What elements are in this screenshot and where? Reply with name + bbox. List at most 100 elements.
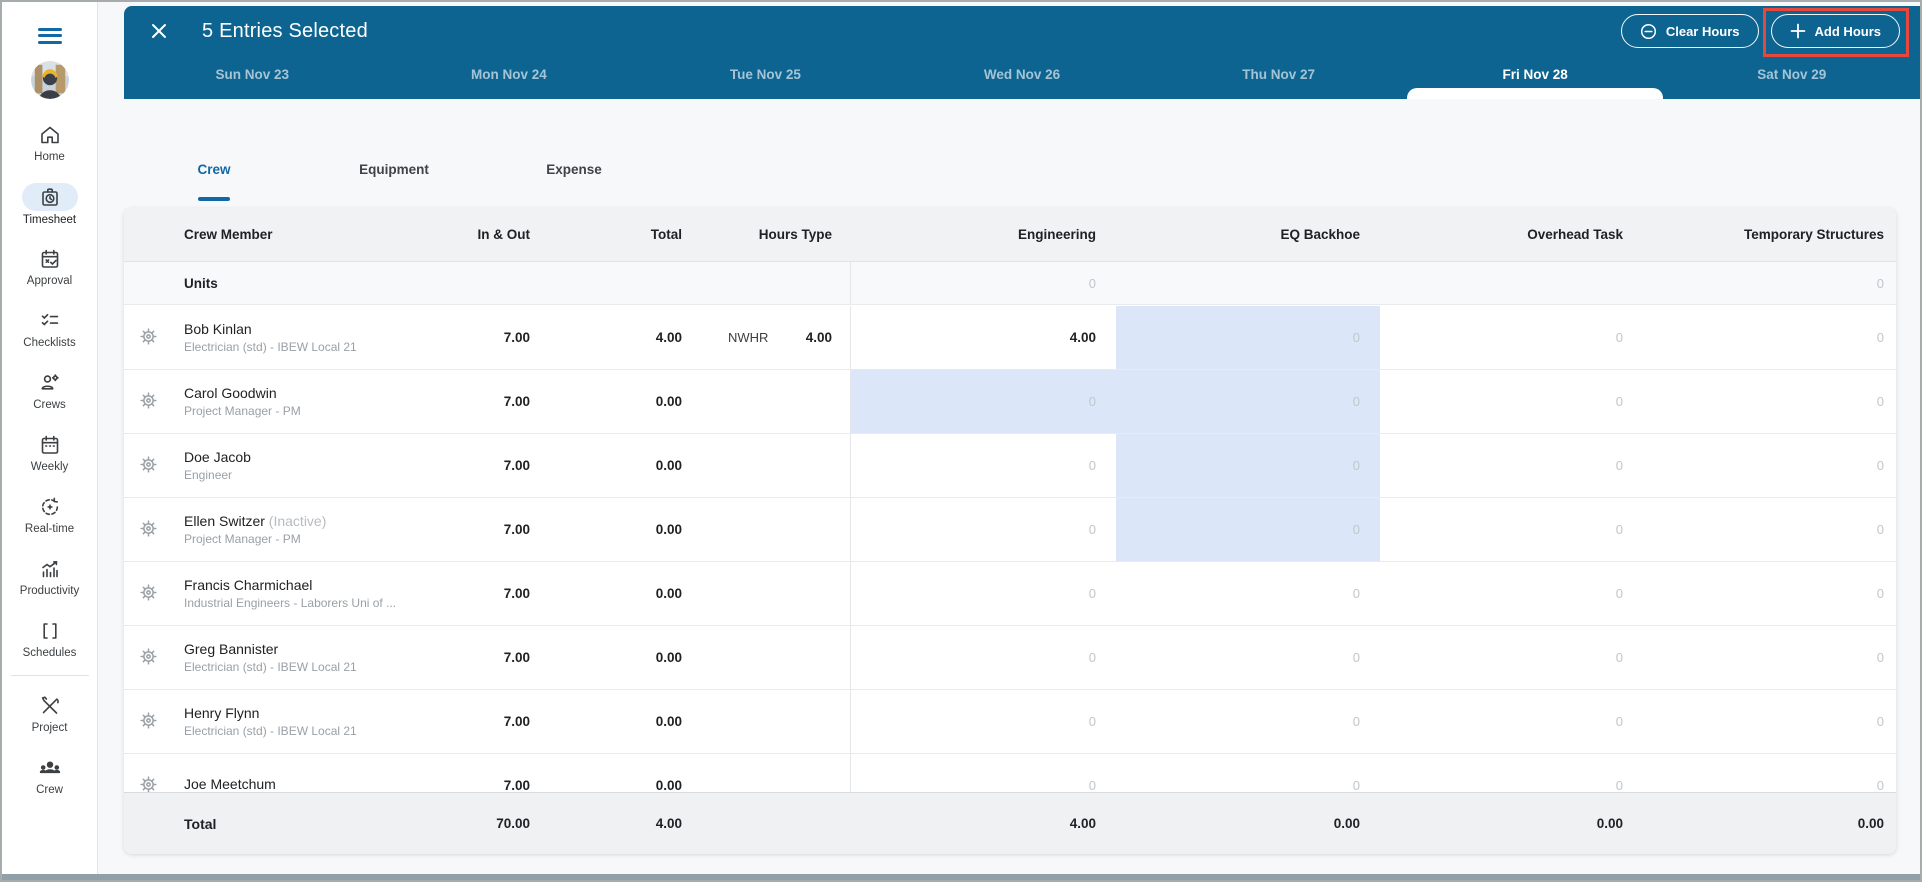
sidebar-item-checklists[interactable]: Checklists <box>2 297 97 359</box>
crew-member-role: Electrician (std) - IBEW Local 21 <box>184 724 357 738</box>
crew-member-role: Project Manager - PM <box>184 404 301 418</box>
cell-eq-backhoe[interactable]: 0 <box>1116 306 1380 369</box>
user-avatar[interactable] <box>30 61 69 99</box>
cell-temporary-structures[interactable]: 0 <box>1643 306 1896 369</box>
cell-total: 0.00 <box>655 650 682 665</box>
cell-total: 0.00 <box>655 394 682 409</box>
total-engineering: 4.00 <box>1069 816 1096 831</box>
row-settings-gear-icon[interactable] <box>136 646 160 670</box>
units-temporary-structures-cell[interactable]: 0 <box>1643 276 1896 291</box>
row-settings-gear-icon[interactable] <box>136 582 160 606</box>
table-row: Henry Flynn Electrician (std) - IBEW Loc… <box>124 690 1896 754</box>
clear-hours-button[interactable]: Clear Hours <box>1620 14 1759 48</box>
day-tab-fri-nov-28[interactable]: Fri Nov 28 <box>1406 56 1664 99</box>
cell-eq-backhoe[interactable]: 0 <box>1116 434 1380 497</box>
day-tabs: Sun Nov 23 Mon Nov 24 Tue Nov 25 Wed Nov 26… <box>124 56 1920 99</box>
realtime-icon <box>37 494 63 520</box>
row-settings-gear-icon[interactable] <box>136 326 160 350</box>
sidebar-item-timesheet[interactable]: Timesheet <box>2 173 97 235</box>
col-in-out: In & Out <box>477 227 531 242</box>
units-engineering-cell[interactable]: 0 <box>850 262 1116 304</box>
cell-overhead-task[interactable]: 0 <box>1380 562 1643 625</box>
sidebar-item-productivity[interactable]: Productivity <box>2 545 97 607</box>
crew-member-name: Joe Meetchum <box>184 776 276 792</box>
timesheet-table: Crew Member In & Out Total Hours Type En… <box>124 208 1896 854</box>
close-icon[interactable] <box>142 14 176 48</box>
cell-temporary-structures[interactable]: 0 <box>1643 626 1896 689</box>
cell-eq-backhoe[interactable]: 0 <box>1116 754 1380 792</box>
timesheet-app: Home Timesheet Approval Checklists Crews Week… <box>0 0 1922 882</box>
cell-temporary-structures[interactable]: 0 <box>1643 498 1896 561</box>
cell-overhead-task[interactable]: 0 <box>1380 434 1643 497</box>
table-row: Carol Goodwin Project Manager - PM 7.00 … <box>124 370 1896 434</box>
col-overhead-task: Overhead Task <box>1527 227 1623 242</box>
day-tab-sun-nov-23[interactable]: Sun Nov 23 <box>124 56 381 99</box>
cell-total: 0.00 <box>655 778 682 792</box>
tab-equipment[interactable]: Equipment <box>304 147 484 203</box>
sidebar-item-project[interactable]: Project <box>2 682 97 744</box>
day-tab-tue-nov-25[interactable]: Tue Nov 25 <box>637 56 894 99</box>
units-label: Units <box>184 275 218 291</box>
cell-eq-backhoe[interactable]: 0 <box>1116 370 1380 433</box>
cell-overhead-task[interactable]: 0 <box>1380 754 1643 792</box>
row-settings-gear-icon[interactable] <box>136 710 160 734</box>
cell-overhead-task[interactable]: 0 <box>1380 370 1643 433</box>
sidebar-item-crew[interactable]: Crew <box>2 744 97 806</box>
col-engineering: Engineering <box>1017 227 1096 242</box>
row-settings-gear-icon[interactable] <box>136 454 160 478</box>
tab-crew[interactable]: Crew <box>124 147 304 203</box>
cell-temporary-structures[interactable]: 0 <box>1643 562 1896 625</box>
menu-hamburger-icon[interactable] <box>37 24 62 47</box>
cell-temporary-structures[interactable]: 0 <box>1643 434 1896 497</box>
total-in-out: 70.00 <box>496 816 530 831</box>
day-tab-sat-nov-29[interactable]: Sat Nov 29 <box>1663 56 1920 99</box>
total-eq-backhoe: 0.00 <box>1333 816 1360 831</box>
day-tab-wed-nov-26[interactable]: Wed Nov 26 <box>894 56 1151 99</box>
cell-temporary-structures[interactable]: 0 <box>1643 370 1896 433</box>
sheet-tabs: Crew Equipment Expense <box>124 147 664 203</box>
cell-temporary-structures[interactable]: 0 <box>1643 754 1896 792</box>
cell-engineering[interactable]: 0 <box>850 626 1116 689</box>
cell-overhead-task[interactable]: 0 <box>1380 498 1643 561</box>
crew-member-name: Greg Bannister <box>184 641 279 657</box>
row-settings-gear-icon[interactable] <box>136 774 160 792</box>
cell-eq-backhoe[interactable]: 0 <box>1116 626 1380 689</box>
sidebar-item-real-time[interactable]: Real-time <box>2 483 97 545</box>
page-title: 5 Entries Selected <box>202 19 368 42</box>
cell-total: 0.00 <box>655 714 682 729</box>
cell-engineering[interactable]: 4.00 <box>850 306 1116 369</box>
sidebar-item-crews[interactable]: Crews <box>2 359 97 421</box>
cell-in-out: 7.00 <box>503 586 530 601</box>
sidebar-item-approval[interactable]: Approval <box>2 235 97 297</box>
sidebar-item-schedules[interactable]: Schedules <box>2 607 97 669</box>
cell-overhead-task[interactable]: 0 <box>1380 306 1643 369</box>
table-row: Doe Jacob Engineer 7.00 0.00 0 0 0 0 <box>124 434 1896 498</box>
crew-member-role: Electrician (std) - IBEW Local 21 <box>184 340 357 354</box>
day-tab-mon-nov-24[interactable]: Mon Nov 24 <box>381 56 638 99</box>
cell-temporary-structures[interactable]: 0 <box>1643 690 1896 753</box>
cell-in-out: 7.00 <box>503 778 530 792</box>
cell-eq-backhoe[interactable]: 0 <box>1116 562 1380 625</box>
cell-engineering[interactable]: 0 <box>850 562 1116 625</box>
sidebar-item-weekly[interactable]: Weekly <box>2 421 97 483</box>
day-tab-thu-nov-27[interactable]: Thu Nov 27 <box>1150 56 1407 99</box>
cell-engineering[interactable]: 0 <box>850 434 1116 497</box>
cell-engineering[interactable]: 0 <box>850 498 1116 561</box>
project-icon <box>37 693 63 719</box>
cell-eq-backhoe[interactable]: 0 <box>1116 498 1380 561</box>
table-row: Ellen Switzer (Inactive) Project Manager… <box>124 498 1896 562</box>
cell-eq-backhoe[interactable]: 0 <box>1116 690 1380 753</box>
add-hours-button[interactable]: Add Hours <box>1770 14 1900 48</box>
cell-engineering[interactable]: 0 <box>850 754 1116 792</box>
cell-engineering[interactable]: 0 <box>850 690 1116 753</box>
row-settings-gear-icon[interactable] <box>136 518 160 542</box>
crew-member-name: Ellen Switzer (Inactive) <box>184 513 327 529</box>
sidebar-item-home[interactable]: Home <box>2 111 97 173</box>
crew-member-role: Project Manager - PM <box>184 532 301 546</box>
row-settings-gear-icon[interactable] <box>136 390 160 414</box>
tab-expense[interactable]: Expense <box>484 147 664 203</box>
cell-overhead-task[interactable]: 0 <box>1380 690 1643 753</box>
window-bottom-edge <box>2 874 1920 880</box>
cell-overhead-task[interactable]: 0 <box>1380 626 1643 689</box>
cell-engineering[interactable]: 0 <box>850 370 1116 433</box>
